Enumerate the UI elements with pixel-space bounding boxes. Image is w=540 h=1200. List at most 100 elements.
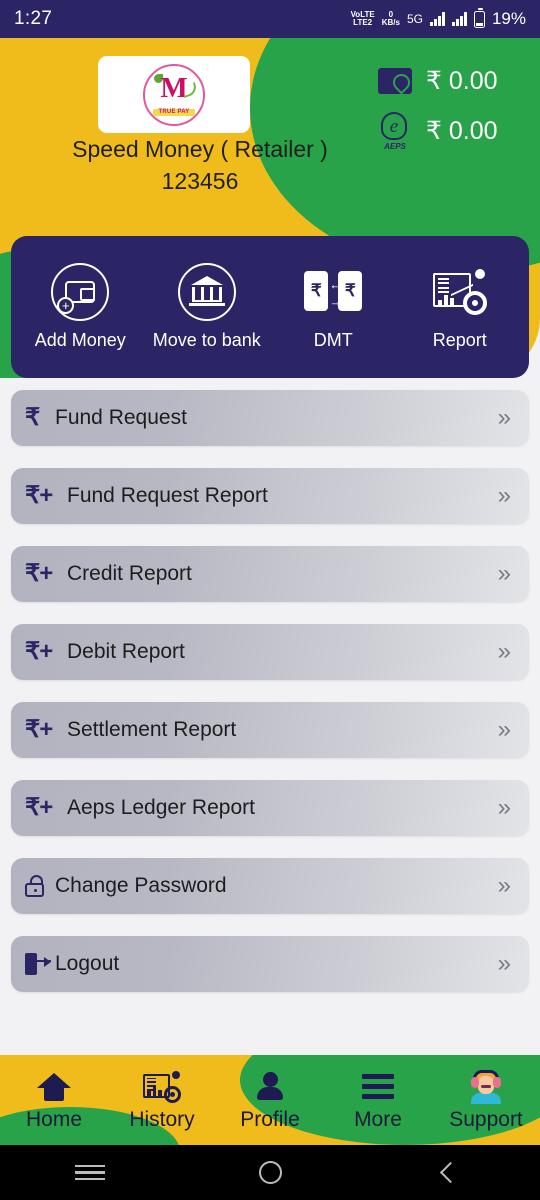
logout-arrow: [37, 956, 51, 969]
status-bar-indicators: VoLTE LTE2 0 KB/s 5G 19%: [351, 8, 526, 29]
menu-item-glyph: ₹+: [25, 560, 53, 587]
report-chart-icon: [431, 263, 489, 321]
bottom-nav-label: Profile: [240, 1107, 300, 1131]
history-endpoint-dot: [172, 1070, 180, 1079]
quick-action-add-money[interactable]: + Add Money: [20, 263, 140, 351]
menu-item-credit-report[interactable]: ₹+ Credit Report »: [11, 546, 529, 602]
bottom-nav-label: History: [129, 1107, 195, 1131]
wallet-balance-row[interactable]: ₹ 0.00: [378, 56, 498, 106]
menu-item-settlement-report[interactable]: ₹+ Settlement Report »: [11, 702, 529, 758]
battery-percent-label: 19%: [491, 9, 526, 28]
menu-item-label: Fund Request Report: [67, 484, 268, 507]
dmt-glyph: ₹ ← → ₹: [304, 269, 363, 315]
agent-earcup-left: [471, 1076, 479, 1088]
data-rate-unit: KB/s: [381, 18, 400, 27]
report-donut: [462, 291, 487, 315]
phone-left-icon: ₹: [304, 271, 329, 311]
bank-base: [188, 303, 225, 306]
menu-item-fund-request[interactable]: ₹ Fund Request »: [11, 390, 529, 446]
bottom-nav-item-history[interactable]: History: [108, 1069, 216, 1132]
brand-logo-icon: M TRUE PAY: [143, 63, 205, 126]
wallet-plus-icon: +: [51, 263, 110, 321]
bank-glyph: [188, 276, 226, 308]
quick-action-dmt[interactable]: ₹ ← → ₹ DMT: [273, 263, 393, 351]
bottom-nav-item-profile[interactable]: Profile: [216, 1069, 324, 1132]
bottom-nav-item-home[interactable]: Home: [0, 1069, 108, 1132]
menu-item-aeps-ledger-report[interactable]: ₹+ Aeps Ledger Report »: [11, 780, 529, 836]
rupee-plus-icon: ₹+: [25, 640, 67, 664]
menu-item-logout[interactable]: Logout »: [11, 936, 529, 992]
menu-list: ₹ Fund Request » ₹+ Fund Request Report …: [0, 390, 540, 1014]
menu-item-fund-request-report[interactable]: ₹+ Fund Request Report »: [11, 468, 529, 524]
volte-indicator: VoLTE LTE2: [351, 11, 375, 27]
menu-item-glyph: ₹: [25, 404, 41, 431]
chevron-right-icon: »: [497, 404, 512, 431]
recents-menu-icon: [75, 1164, 105, 1181]
bank-roof: [190, 276, 223, 285]
support-agent-icon: [469, 1069, 503, 1105]
menu-item-label: Settlement Report: [67, 718, 237, 741]
aeps-fingerprint-icon: AEPS: [378, 112, 412, 151]
history-chart-icon: [143, 1069, 181, 1105]
hamburger-glyph: [362, 1074, 394, 1099]
bank-base-upper: [191, 299, 222, 302]
rupee-plus-icon: ₹+: [25, 562, 67, 586]
chevron-right-icon: »: [497, 794, 512, 821]
volte-label-line2: LTE2: [353, 18, 373, 27]
bottom-nav-item-more[interactable]: More: [324, 1069, 432, 1132]
history-glyph: [143, 1070, 181, 1103]
menu-item-debit-report[interactable]: ₹+ Debit Report »: [11, 624, 529, 680]
chevron-right-icon: »: [497, 950, 512, 977]
data-rate-indicator: 0 KB/s: [382, 11, 400, 27]
hamburger-icon: [362, 1069, 394, 1105]
report-glyph: [432, 269, 487, 315]
balance-block: ₹ 0.00 AEPS ₹ 0.00: [378, 56, 498, 156]
quick-action-label: Report: [432, 330, 487, 350]
history-donut: [164, 1085, 181, 1103]
home-icon: [37, 1069, 71, 1105]
quick-action-label: Move to bank: [152, 330, 261, 350]
rupee-plus-icon: ₹+: [25, 484, 67, 508]
bottom-nav-label: Support: [449, 1107, 523, 1131]
home-glyph: [37, 1072, 71, 1101]
home-body: [44, 1085, 64, 1101]
menu-item-label: Change Password: [55, 874, 227, 897]
menu-item-label: Fund Request: [55, 406, 187, 429]
android-recents-button[interactable]: [45, 1164, 135, 1181]
account-name: Speed Money ( Retailer ): [72, 136, 328, 162]
chevron-right-icon: »: [497, 716, 512, 743]
chevron-right-icon: »: [497, 482, 512, 509]
rupee-plus-icon: ₹+: [25, 718, 67, 742]
quick-action-move-to-bank[interactable]: Move to bank: [147, 263, 267, 351]
bottom-nav-item-support[interactable]: Support: [432, 1069, 540, 1132]
unlock-icon: [25, 875, 55, 897]
back-chevron-icon: [439, 1161, 461, 1184]
support-agent-glyph: [469, 1069, 503, 1104]
menu-item-glyph: ₹+: [25, 794, 53, 821]
aeps-balance-row[interactable]: AEPS ₹ 0.00: [378, 106, 498, 156]
quick-action-report[interactable]: Report: [400, 263, 520, 351]
logout-glyph: [25, 953, 51, 975]
logout-icon: [25, 953, 55, 975]
report-endpoint-dot: [474, 269, 485, 279]
android-system-nav: [0, 1145, 540, 1200]
android-back-button[interactable]: [405, 1161, 495, 1184]
menu-item-glyph: ₹+: [25, 716, 53, 743]
bottom-nav-label: Home: [25, 1107, 83, 1131]
bank-icon: [177, 263, 236, 321]
aeps-balance-amount: ₹ 0.00: [426, 117, 498, 145]
network-type-label: 5G: [406, 12, 423, 26]
wallet-balance-amount: ₹ 0.00: [426, 67, 498, 95]
home-circle-icon: [258, 1161, 282, 1184]
person-icon: [256, 1069, 284, 1105]
android-home-button[interactable]: [225, 1161, 315, 1184]
report-bars: [437, 295, 454, 306]
chevron-right-icon: »: [497, 560, 512, 587]
phone-right-icon: ₹: [338, 271, 363, 311]
bottom-nav-label: More: [354, 1107, 402, 1131]
aeps-badge-label: AEPS: [384, 142, 406, 151]
menu-item-change-password[interactable]: Change Password »: [11, 858, 529, 914]
unlock-glyph: [25, 875, 44, 897]
report-lines: [437, 278, 449, 294]
lock-body: [25, 883, 44, 897]
